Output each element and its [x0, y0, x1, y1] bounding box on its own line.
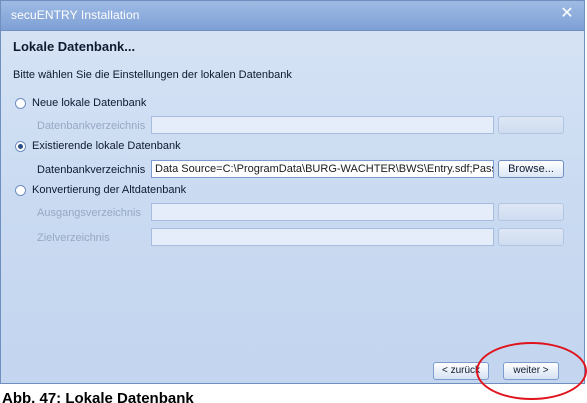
back-button[interactable]: < zurück	[433, 362, 489, 380]
installer-window: secuENTRY Installation ✕ Lokale Datenban…	[0, 0, 585, 384]
page-title: Lokale Datenbank...	[13, 39, 136, 54]
convert-source-input[interactable]	[151, 203, 494, 221]
new-db-dir-input[interactable]	[151, 116, 494, 134]
radio-convert-db[interactable]: Konvertierung der Altdatenbank	[15, 182, 186, 198]
radio-existing-db[interactable]: Existierende lokale Datenbank	[15, 138, 181, 154]
window-title: secuENTRY Installation	[11, 8, 140, 22]
radio-convert-db-label: Konvertierung der Altdatenbank	[32, 184, 187, 196]
existing-db-dir-input[interactable]: Data Source=C:\ProgramData\BURG-WACHTER\…	[151, 160, 494, 178]
convert-source-browse-button[interactable]	[498, 203, 564, 221]
radio-new-db-label: Neue lokale Datenbank	[32, 97, 147, 109]
convert-target-browse-button[interactable]	[498, 228, 564, 246]
title-bar[interactable]: secuENTRY Installation ✕	[1, 1, 584, 31]
radio-new-db-button[interactable]	[15, 97, 26, 109]
new-db-dir-label: Datenbankverzeichnis	[37, 120, 146, 132]
convert-source-label: Ausgangsverzeichnis	[37, 207, 141, 219]
next-button[interactable]: weiter >	[503, 362, 559, 380]
existing-db-browse-button[interactable]: Browse...	[498, 160, 564, 178]
radio-convert-db-button[interactable]	[15, 184, 26, 196]
convert-target-input[interactable]	[151, 228, 494, 246]
convert-target-label: Zielverzeichnis	[37, 232, 110, 244]
page-description: Bitte wählen Sie die Einstellungen der l…	[13, 69, 292, 81]
existing-db-dir-label: Datenbankverzeichnis	[37, 164, 146, 176]
radio-new-db[interactable]: Neue lokale Datenbank	[15, 95, 146, 111]
radio-existing-db-button[interactable]	[15, 140, 26, 152]
new-db-browse-button[interactable]	[498, 116, 564, 134]
radio-existing-db-label: Existierende lokale Datenbank	[32, 140, 181, 152]
figure-caption: Abb. 47: Lokale Datenbank	[2, 391, 194, 403]
close-icon[interactable]: ✕	[560, 5, 574, 21]
